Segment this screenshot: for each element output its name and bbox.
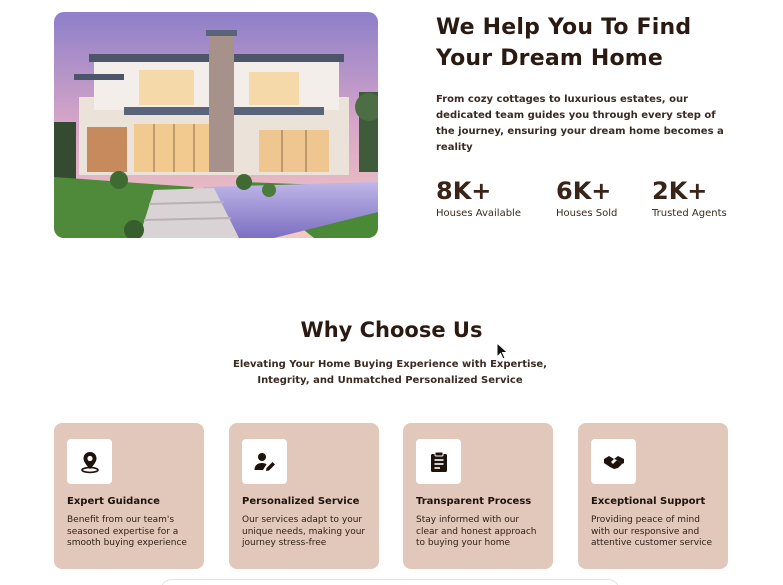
- section-subtitle: Elevating Your Home Buying Experience wi…: [233, 359, 547, 386]
- card-title: Transparent Process: [416, 496, 532, 507]
- feature-card-transparent-process[interactable]: Transparent Process Stay informed with o…: [403, 423, 553, 569]
- card-title: Exceptional Support: [591, 496, 706, 507]
- mouse-cursor-icon: [496, 342, 509, 360]
- clipboard-icon: [430, 451, 447, 472]
- card-description: Stay informed with our clear and honest …: [416, 515, 537, 548]
- stats-row: 8K+ Houses Available 6K+ Houses Sold 2K+…: [436, 177, 756, 227]
- hero-text-block: We Help You To Find Your Dream Home From…: [436, 12, 756, 219]
- feature-card-expert-guidance[interactable]: Expert Guidance Benefit from our team's …: [54, 423, 204, 569]
- card-description: Benefit from our team's seasoned experti…: [67, 515, 187, 548]
- hero-title-line-2: Your Dream Home: [436, 46, 664, 71]
- map-pin-icon: [80, 451, 99, 473]
- card-title: Expert Guidance: [67, 496, 160, 507]
- next-section-edge: [160, 579, 620, 585]
- card-description: Our services adapt to your unique needs,…: [242, 515, 366, 548]
- card-icon-box: [242, 439, 287, 484]
- card-icon-box: [416, 439, 461, 484]
- card-description: Providing peace of mind with our respons…: [591, 515, 713, 548]
- stat-trusted-agents: 2K+ Trusted Agents: [652, 177, 727, 219]
- stat-label: Trusted Agents: [652, 208, 727, 219]
- card-icon-box: [591, 439, 636, 484]
- stat-houses-available: 8K+ Houses Available: [436, 177, 521, 219]
- stat-label: Houses Available: [436, 208, 521, 219]
- stat-value: 2K+: [652, 177, 708, 205]
- hero-description: From cozy cottages to luxurious estates,…: [436, 94, 724, 153]
- stat-label: Houses Sold: [556, 208, 618, 219]
- card-title: Personalized Service: [242, 496, 360, 507]
- modern-house-illustration: [54, 12, 378, 238]
- stat-value: 6K+: [556, 177, 612, 205]
- stat-value: 8K+: [436, 177, 492, 205]
- stat-houses-sold: 6K+ Houses Sold: [556, 177, 617, 219]
- feature-card-exceptional-support[interactable]: Exceptional Support Providing peace of m…: [578, 423, 728, 569]
- feature-card-personalized-service[interactable]: Personalized Service Our services adapt …: [229, 423, 379, 569]
- hero-title-line-1: We Help You To Find: [436, 15, 692, 40]
- card-icon-box: [67, 439, 112, 484]
- handshake-icon: [603, 455, 624, 469]
- hero-title: We Help You To Find Your Dream Home: [436, 12, 756, 74]
- user-edit-icon: [254, 452, 275, 471]
- section-title: Why Choose Us: [300, 318, 483, 342]
- hero-house-image: [54, 12, 378, 238]
